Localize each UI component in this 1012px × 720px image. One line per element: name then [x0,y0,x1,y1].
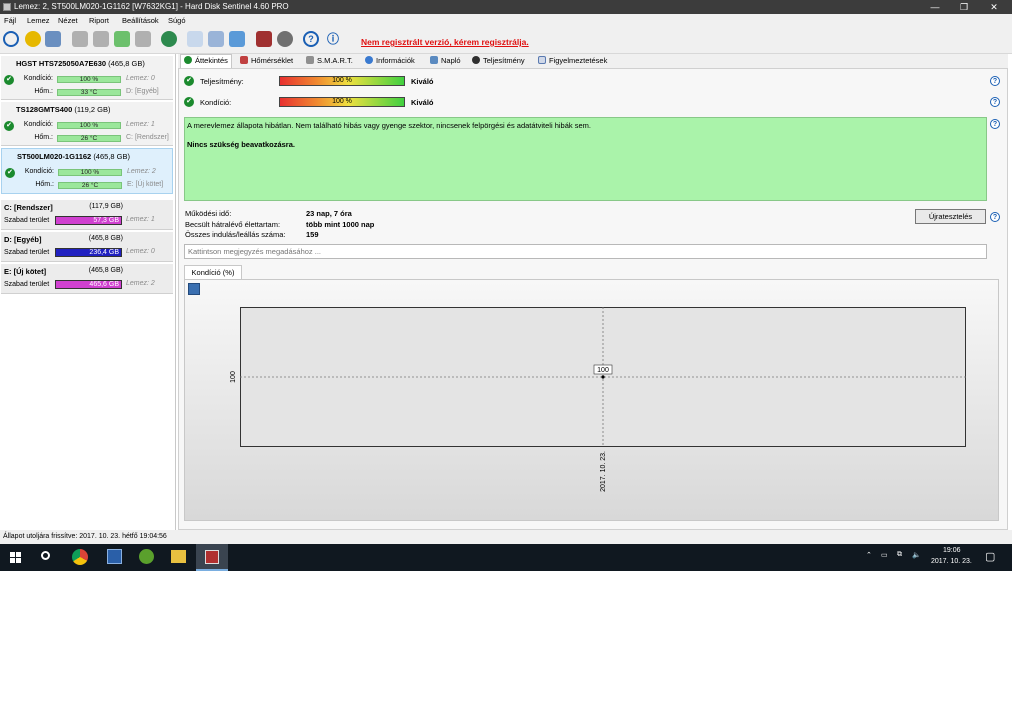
save-disk-icon[interactable] [107,549,122,564]
windows-start-icon[interactable] [10,552,21,563]
clock-date[interactable]: 2017. 10. 23. [931,558,972,565]
data-label: 100 [597,367,609,374]
health-chart: 100 100 2017. 10. 23. [230,307,966,492]
hds-taskbar-button[interactable] [196,544,228,571]
y-tick-label: 100 [230,371,237,383]
chrome-icon[interactable] [72,549,88,565]
notification-icon[interactable]: ▢ [985,550,995,563]
battery-icon[interactable]: ▭ [881,551,888,559]
x-tick-label: 2017. 10. 23. [600,451,607,492]
search-icon[interactable] [41,551,50,560]
hds-app-icon [205,550,219,564]
data-point [601,375,605,379]
volume-icon[interactable]: 🔈 [912,551,921,559]
status-bar: Állapot utoljára frissítve: 2017. 10. 23… [0,530,1012,544]
clock-time[interactable]: 19:06 [943,547,961,554]
file-explorer-icon[interactable] [171,550,186,563]
torrent-icon[interactable] [139,549,154,564]
taskbar: ⌃ ▭ ⧉ 🔈 19:06 2017. 10. 23. ▢ [0,544,1012,571]
last-refresh-text: Állapot utoljára frissítve: 2017. 10. 23… [3,533,167,540]
network-tray-icon[interactable]: ⧉ [897,551,902,559]
chevron-up-icon[interactable]: ⌃ [866,551,872,559]
